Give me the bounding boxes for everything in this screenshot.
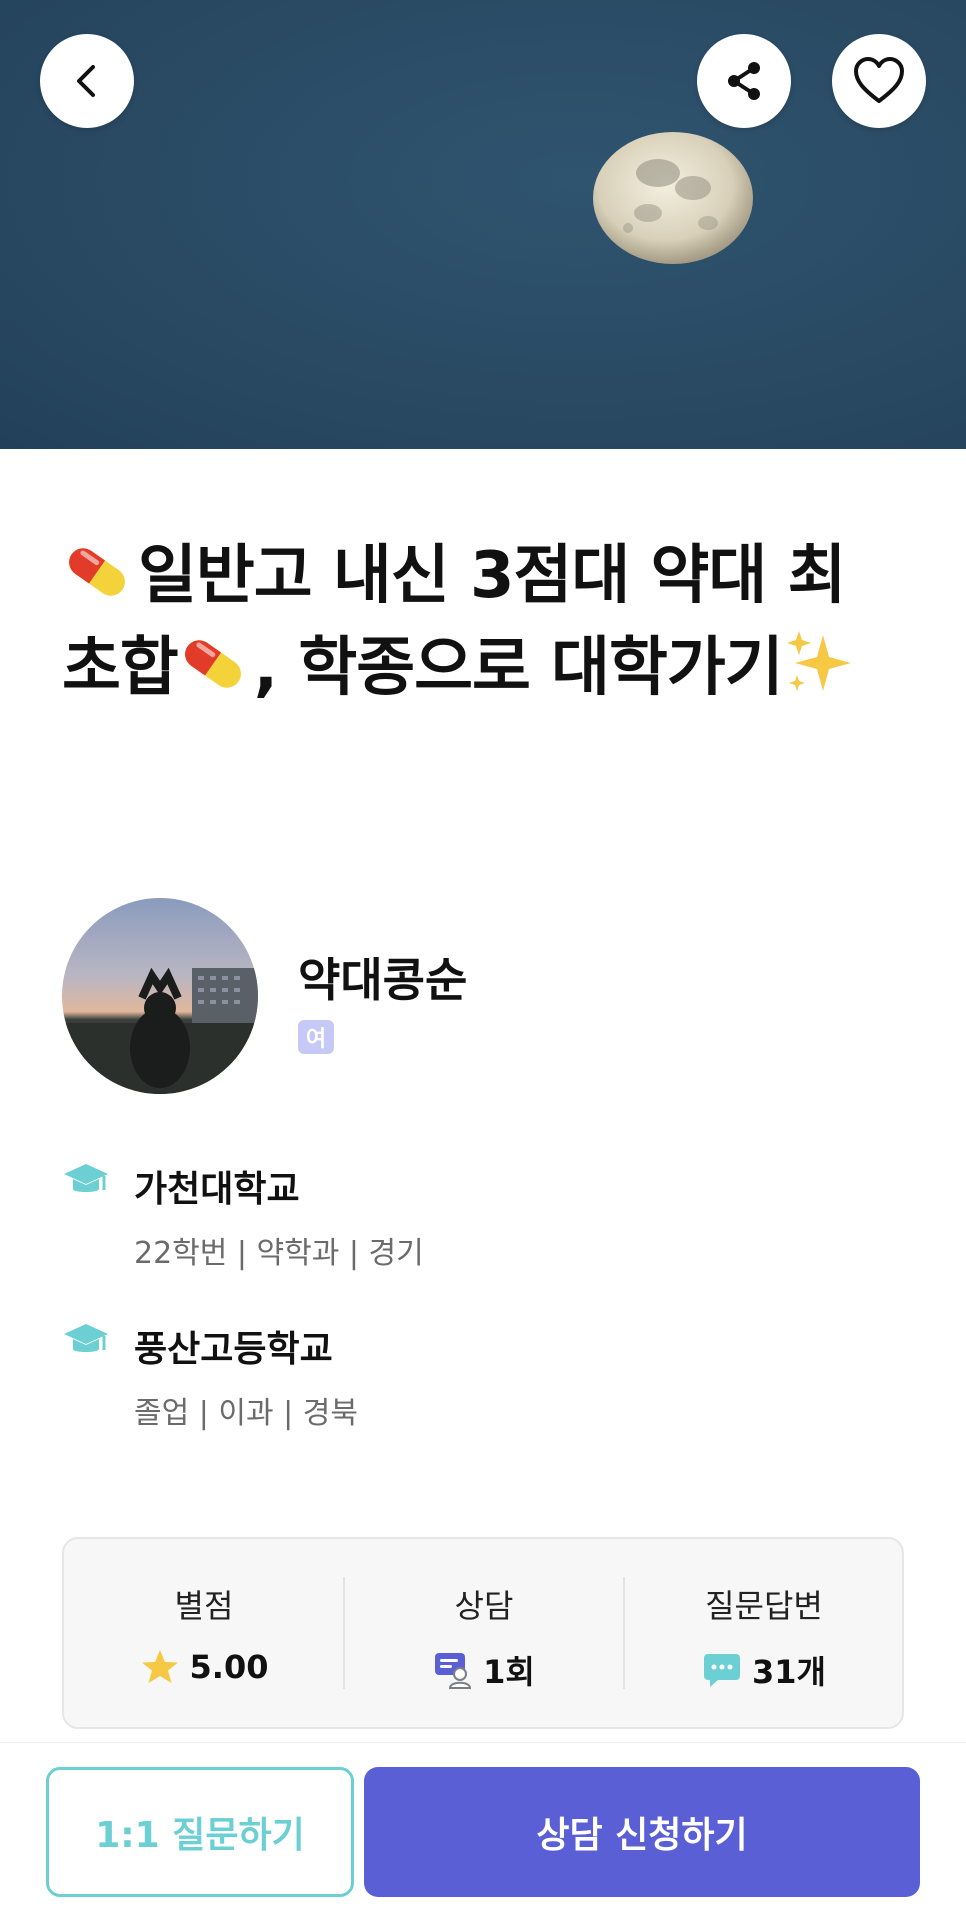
stat-value: 1회 <box>483 1653 535 1691</box>
moon-image <box>593 132 753 264</box>
title-line2-a: 초합 <box>62 631 179 705</box>
stat-value: 31개 <box>752 1653 826 1691</box>
ask-question-button[interactable]: 1:1 질문하기 <box>46 1767 354 1897</box>
back-button[interactable] <box>40 34 134 128</box>
highschool-detail: 졸업 | 이과 | 경북 <box>134 1396 358 1431</box>
title-line2-b: , 학종으로 대학가기 <box>253 631 784 705</box>
title-line1: 일반고 내신 3점대 약대 최 <box>138 539 846 613</box>
stat-label: 별점 <box>174 1587 234 1625</box>
stat-label: 상담 <box>454 1587 514 1625</box>
stat-rating: 별점 5.00 <box>64 1539 344 1727</box>
favorite-button[interactable] <box>832 34 926 128</box>
sparkles-icon <box>786 631 851 691</box>
star-icon <box>141 1650 178 1683</box>
gender-badge: 여 <box>298 1020 334 1054</box>
mentor-name: 약대콩순 <box>298 953 468 1007</box>
graduation-cap-icon <box>64 1164 108 1192</box>
stat-consult: 상담 1회 <box>344 1539 624 1727</box>
heart-icon <box>854 57 904 103</box>
graduation-cap-icon <box>64 1324 108 1352</box>
avatar <box>62 898 258 1094</box>
highschool-name: 풍산고등학교 <box>134 1329 333 1370</box>
share-icon <box>728 62 760 100</box>
request-consult-button[interactable]: 상담 신청하기 <box>364 1767 920 1897</box>
chat-bubble-icon <box>704 1654 740 1687</box>
pill-icon <box>184 640 241 688</box>
hero-image <box>0 0 966 449</box>
chevron-left-icon <box>77 65 95 97</box>
stat-answers: 질문답변 31개 <box>624 1539 904 1727</box>
consult-icon <box>435 1653 472 1689</box>
pill-icon <box>69 548 125 596</box>
share-button[interactable] <box>697 34 791 128</box>
stat-value: 5.00 <box>189 1648 269 1686</box>
avatar-photo <box>62 967 258 1094</box>
bottom-action-bar: 1:1 질문하기 상담 신청하기 <box>0 1742 966 1917</box>
page-title: 일반고 내신 3점대 약대 최 초합 , 학종으로 대학가기 <box>62 530 912 714</box>
stats-card: 별점 5.00 상담 1회 질문답변 31개 <box>62 1537 904 1729</box>
university-detail: 22학번 | 약학과 | 경기 <box>134 1236 424 1271</box>
stat-label: 질문답변 <box>705 1587 823 1625</box>
university-name: 가천대학교 <box>134 1169 300 1210</box>
